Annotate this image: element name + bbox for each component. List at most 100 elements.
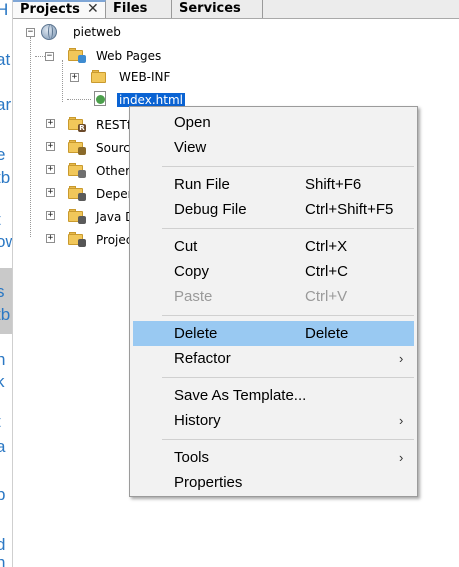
- node-badge-icon: [78, 193, 86, 201]
- background-text-fragment: ar: [0, 95, 12, 114]
- chevron-right-icon: ›: [399, 351, 404, 366]
- menu-item-copy[interactable]: Copy Ctrl+C: [133, 259, 414, 284]
- tree-item-node[interactable]: RESTf: [96, 115, 131, 135]
- expand-toggle[interactable]: +: [46, 234, 55, 243]
- background-text-fragment: d: [0, 535, 6, 554]
- menu-item-label: Debug File: [174, 201, 247, 218]
- tab-services[interactable]: Services: [172, 0, 263, 18]
- context-menu: Open View Run File Shift+F6 Debug File Ctrl+S…: [129, 106, 418, 497]
- tree-guide: [30, 37, 31, 237]
- background-text-fragment: k: [0, 372, 5, 391]
- background-text-fragment: a: [0, 437, 6, 456]
- tree-item-web-pages[interactable]: Web Pages: [96, 46, 161, 66]
- expand-toggle[interactable]: +: [70, 73, 79, 82]
- menu-item-shortcut: Shift+F6: [305, 176, 362, 193]
- tree-guide: [67, 99, 91, 100]
- tab-projects-label: Projects: [20, 2, 80, 17]
- tree-item-web-inf[interactable]: WEB-INF: [119, 67, 170, 87]
- menu-item-shortcut: Ctrl+C: [305, 263, 348, 280]
- menu-separator: [162, 166, 414, 167]
- menu-item-paste[interactable]: Paste Ctrl+V: [133, 284, 414, 309]
- menu-item-tools[interactable]: Tools ›: [133, 445, 414, 470]
- background-page-strip: Hataretbtowstbnktapdn: [0, 0, 12, 567]
- folder-icon: [68, 163, 86, 178]
- menu-separator: [162, 228, 414, 229]
- menu-item-run-file[interactable]: Run File Shift+F6: [133, 172, 414, 197]
- tab-projects[interactable]: Projects ✕: [13, 0, 106, 18]
- menu-item-delete[interactable]: Delete Delete: [133, 321, 414, 346]
- menu-item-view[interactable]: View: [133, 135, 414, 160]
- html-file-icon: [94, 91, 106, 106]
- expand-toggle[interactable]: +: [46, 188, 55, 197]
- menu-item-open[interactable]: Open: [133, 110, 414, 135]
- tab-bar: Projects ✕ Files Services: [13, 0, 459, 19]
- expand-toggle[interactable]: +: [46, 165, 55, 174]
- menu-item-refactor[interactable]: Refactor ›: [133, 346, 414, 371]
- collapse-toggle[interactable]: −: [45, 52, 54, 61]
- folder-icon: R: [68, 117, 86, 132]
- background-text-fragment: tb: [0, 168, 11, 187]
- background-text-fragment: t: [0, 210, 1, 230]
- background-text-fragment: H: [0, 0, 9, 19]
- menu-item-shortcut: Ctrl+X: [305, 238, 348, 255]
- folder-icon: [68, 140, 86, 155]
- tree-item-node[interactable]: Projec: [96, 230, 132, 250]
- expand-toggle[interactable]: +: [46, 211, 55, 220]
- node-badge-icon: [78, 170, 86, 178]
- menu-item-label: History: [174, 412, 221, 429]
- globe-badge-icon: [78, 55, 86, 63]
- selected-file-label: index.html: [117, 93, 185, 107]
- menu-item-history[interactable]: History ›: [133, 408, 414, 433]
- tab-services-label: Services: [179, 1, 241, 16]
- menu-item-shortcut: Delete: [305, 325, 349, 342]
- menu-separator: [162, 439, 414, 440]
- folder-icon: [68, 209, 86, 224]
- background-text-fragment: tb: [0, 305, 11, 324]
- menu-item-save-as-template[interactable]: Save As Template...: [133, 383, 414, 408]
- menu-item-label: View: [174, 139, 207, 156]
- close-icon[interactable]: ✕: [87, 2, 99, 17]
- folder-icon: [91, 70, 106, 83]
- tree-item-pietweb[interactable]: pietweb: [73, 22, 121, 42]
- menu-item-label: Tools: [174, 449, 210, 466]
- node-badge-icon: [78, 216, 86, 224]
- background-text-fragment: t: [0, 412, 1, 432]
- chevron-right-icon: ›: [399, 413, 404, 428]
- web-pages-folder-icon: [68, 48, 86, 63]
- folder-icon: [68, 232, 86, 247]
- node-badge-icon: R: [78, 124, 86, 132]
- background-text-fragment: ow: [0, 232, 12, 251]
- tab-files[interactable]: Files: [106, 0, 172, 18]
- background-text-fragment: at: [0, 50, 11, 69]
- menu-separator: [162, 315, 414, 316]
- background-text-fragment: e: [0, 145, 6, 164]
- menu-item-cut[interactable]: Cut Ctrl+X: [133, 234, 414, 259]
- folder-icon: [68, 186, 86, 201]
- collapse-toggle[interactable]: −: [26, 28, 35, 37]
- menu-item-properties[interactable]: Properties: [133, 470, 414, 495]
- tree-item-node[interactable]: Sourc: [96, 138, 130, 158]
- menu-item-label: Open: [174, 114, 211, 131]
- tab-files-label: Files: [113, 1, 148, 16]
- menu-item-label: Properties: [174, 474, 243, 491]
- chevron-right-icon: ›: [399, 450, 404, 465]
- expand-toggle[interactable]: +: [46, 119, 55, 128]
- tree-guide: [35, 56, 45, 57]
- menu-item-label: Save As Template...: [174, 387, 307, 404]
- menu-item-label: Paste: [174, 288, 213, 305]
- menu-item-shortcut: Ctrl+Shift+F5: [305, 201, 394, 218]
- menu-item-label: Run File: [174, 176, 230, 193]
- menu-item-debug-file[interactable]: Debug File Ctrl+Shift+F5: [133, 197, 414, 222]
- expand-toggle[interactable]: +: [46, 142, 55, 151]
- menu-item-label: Refactor: [174, 350, 231, 367]
- background-text-fragment: n: [0, 553, 6, 567]
- node-badge-icon: [78, 239, 86, 247]
- tree-item-node[interactable]: Other: [96, 161, 130, 181]
- menu-item-label: Delete: [174, 325, 218, 342]
- web-project-icon: [41, 24, 57, 40]
- background-text-fragment: p: [0, 485, 6, 504]
- background-text-fragment: s: [0, 282, 5, 301]
- menu-separator: [162, 377, 414, 378]
- menu-item-shortcut: Ctrl+V: [305, 288, 348, 305]
- tree-guide: [62, 60, 63, 102]
